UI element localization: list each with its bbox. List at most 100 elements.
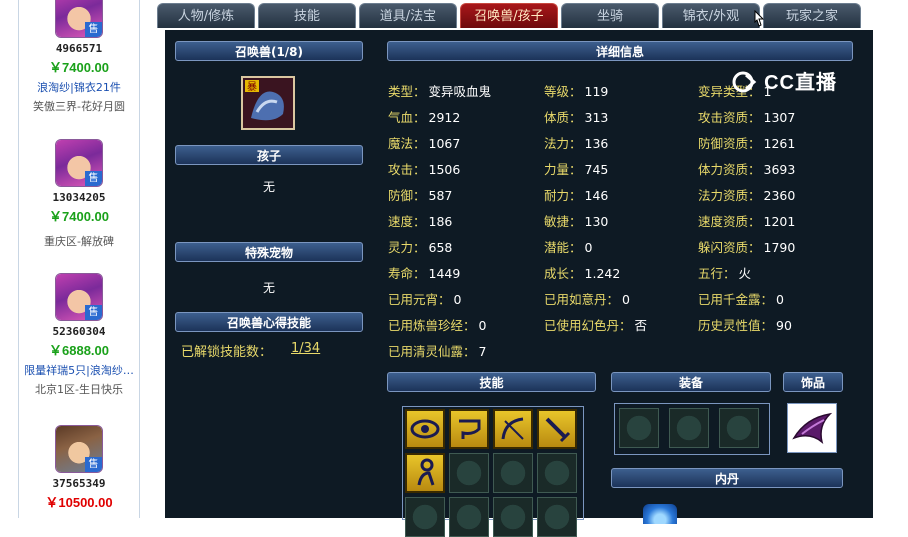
listing-card[interactable]: 售 13034205 ￥7400.00 重庆区-解放碑 [19,139,139,249]
mouse-cursor-icon [754,10,764,27]
skill-slot[interactable] [493,409,533,449]
character-avatar[interactable]: 售 [55,425,103,473]
attr-magic-aptitude: 法力资质： 2360 [698,188,796,203]
attr-level: 等级： 119 [544,84,609,99]
attr-magic: 法力： 136 [544,136,609,151]
attr-mp: 魔法： 1067 [388,136,461,151]
unlocked-skills-label: 已解锁技能数： [181,345,273,360]
attr-defense-aptitude: 防御资质： 1261 [698,136,796,151]
attr-attack: 攻击： 1506 [388,162,461,177]
inner-dan-icon[interactable] [643,504,677,524]
equipment-slot[interactable] [669,408,709,448]
cc-logo-icon [732,71,756,93]
equipment-slot[interactable] [719,408,759,448]
character-avatar[interactable]: 售 [55,0,103,38]
empty-skill-slot[interactable] [449,497,489,537]
detail-info-header: 详细信息 [387,41,853,61]
skill-slot[interactable] [405,409,445,449]
attr-used-qianjin: 已用千金露： 0 [698,292,784,307]
child-value: 无 [262,180,275,194]
column-border-right [139,0,140,518]
detail-tab-bar: 人物/修炼 技能 道具/法宝 召唤兽/孩子 坐骑 锦衣/外观 玩家之家 [148,0,908,30]
attr-hp: 气血： 2912 [388,110,461,125]
listing-server: 北京1区-生日快乐 [35,383,123,396]
listing-id: 4966571 [55,42,103,55]
ornament-header: 饰品 [783,372,843,392]
attr-used-ruyi: 已用如意丹： 0 [544,292,630,307]
attr-used-qingling: 已用清灵仙露： 7 [388,344,487,359]
listing-tag[interactable]: 浪淘纱|锦衣21件 [19,79,139,95]
attr-potential: 潜能： 0 [544,240,593,255]
attr-element: 五行：火 [698,266,752,281]
ornament-slot[interactable] [787,403,837,453]
empty-skill-slot[interactable] [493,453,533,493]
attr-spirit: 灵力： 658 [388,240,453,255]
sword-skill-icon [545,417,571,443]
attr-attack-aptitude: 攻击资质： 1307 [698,110,796,125]
listing-card[interactable]: 售 52360304 ￥6888.00 限量祥瑞5只|浪淘纱… 北京1区-生日快… [19,273,139,397]
skill-insight-header: 召唤兽心得技能 [175,312,363,332]
listing-id: 37565349 [52,477,106,490]
equipment-slot[interactable] [619,408,659,448]
attr-used-lianshou: 已用炼兽珍经： 0 [388,318,487,333]
tab-outfits[interactable]: 锦衣/外观 [662,3,760,28]
listing-id: 52360304 [52,325,106,338]
listing-tag[interactable]: 限量祥瑞5只|浪淘纱… [19,362,139,378]
attr-lifespan: 寿命： 1449 [388,266,461,281]
pet-thumbnail[interactable]: 暴 [241,76,295,130]
equipment-header: 装备 [611,372,771,392]
empty-skill-slot[interactable] [493,497,533,537]
empty-skill-slot[interactable] [449,453,489,493]
attr-used-yuanxiao: 已用元宵： 0 [388,292,462,307]
inner-dan-header: 内丹 [611,468,843,488]
attr-type: 类型： 变异吸血鬼 [388,84,492,99]
skill-slot[interactable] [449,409,489,449]
pet-list-header: 召唤兽(1/8) [175,41,363,61]
attr-agility: 敏捷： 130 [544,214,609,229]
listing-server: 笑傲三界-花好月圆 [33,100,125,113]
listing-server: 重庆区-解放碑 [44,235,114,248]
shield-skill-icon [459,419,481,439]
attr-defense: 防御： 587 [388,188,453,203]
listing-id: 13034205 [52,191,106,204]
tab-home[interactable]: 玩家之家 [763,3,861,28]
listing-price: ￥10500.00 [45,495,113,510]
character-avatar[interactable]: 售 [55,139,103,187]
empty-skill-slot[interactable] [537,497,577,537]
tab-pets[interactable]: 召唤兽/孩子 [460,3,558,28]
attr-growth: 成长： 1.242 [544,266,621,281]
tab-character[interactable]: 人物/修炼 [157,3,255,28]
unlocked-skills-count[interactable]: 1/34 [291,341,320,356]
sell-badge: 售 [85,22,102,37]
sell-badge: 售 [85,457,102,472]
listing-column: 售 4966571 ￥7400.00 浪淘纱|锦衣21件 笑傲三界-花好月圆 售… [0,0,148,518]
sell-badge: 售 [85,171,102,186]
empty-skill-slot[interactable] [405,497,445,537]
skill-slot[interactable] [405,453,445,493]
attr-constitution: 体质： 313 [544,110,609,125]
special-pet-header: 特殊宠物 [175,242,363,262]
attr-history-spirit: 历史灵性值： 90 [698,318,792,333]
empty-skill-slot[interactable] [537,453,577,493]
attr-endurance: 耐力： 146 [544,188,609,203]
skills-header: 技能 [387,372,596,392]
sell-badge: 售 [85,305,102,320]
pet-icon-badge: 暴 [247,81,257,93]
bow-skill-icon [501,417,524,440]
character-avatar[interactable]: 售 [55,273,103,321]
attr-dodge-aptitude: 躲闪资质： 1790 [698,240,796,255]
stream-watermark: CC直播 [732,66,837,95]
attr-used-huanse: 已使用幻色丹：否 [544,318,648,333]
listing-price: ￥7400.00 [49,60,109,75]
eye-skill-icon [410,419,440,439]
figure-skill-icon [417,458,435,486]
tab-mounts[interactable]: 坐骑 [561,3,659,28]
listing-card[interactable]: 售 37565349 ￥10500.00 [19,425,139,511]
attr-strength: 力量： 745 [544,162,609,177]
tab-items[interactable]: 道具/法宝 [359,3,457,28]
watermark-text: CC直播 [764,72,837,94]
skill-slot[interactable] [537,409,577,449]
pet-portrait-icon: 暴 [243,78,293,128]
listing-card[interactable]: 售 4966571 ￥7400.00 浪淘纱|锦衣21件 笑傲三界-花好月圆 [19,0,139,114]
tab-skills[interactable]: 技能 [258,3,356,28]
